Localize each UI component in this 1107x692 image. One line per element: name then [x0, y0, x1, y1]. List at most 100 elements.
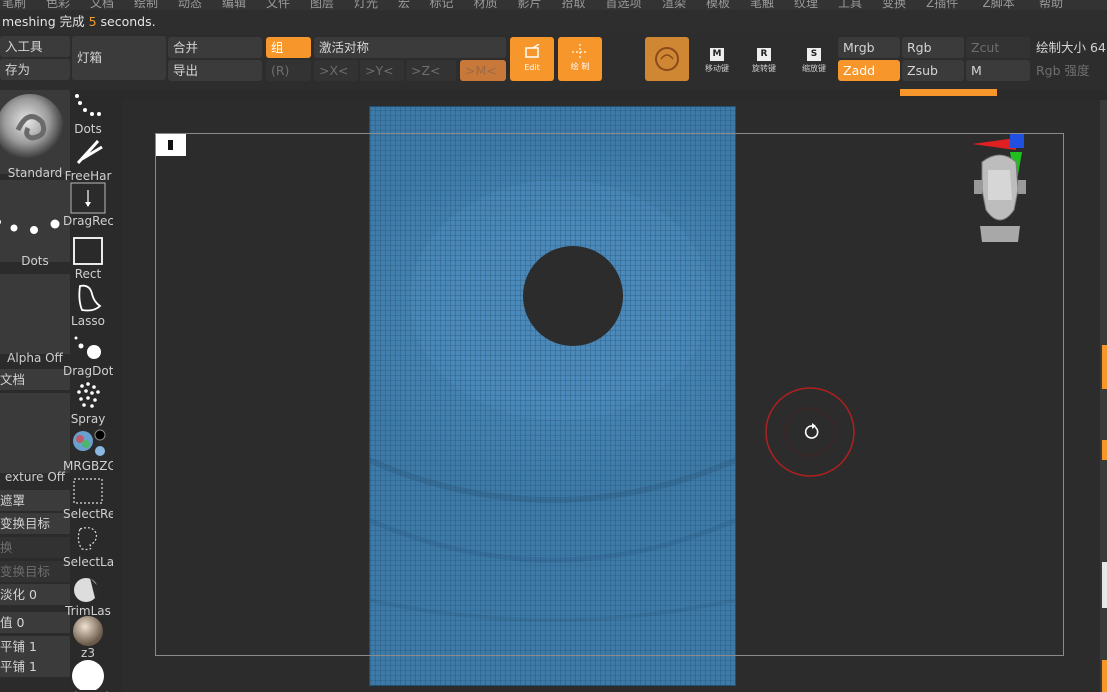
- switch-target-button-dim[interactable]: 变换目标: [0, 561, 70, 582]
- alpha-thumbnail[interactable]: [0, 274, 70, 354]
- fade-label: 淡化: [0, 587, 26, 602]
- right-tray-marker-3[interactable]: [1102, 660, 1107, 692]
- zadd-button[interactable]: Zadd: [838, 60, 900, 81]
- export-button[interactable]: 导出: [168, 60, 262, 81]
- stroke-item[interactable]: Spray: [63, 380, 113, 426]
- freehand-stroke-icon: [76, 139, 103, 165]
- menu-item[interactable]: 帮助: [1039, 0, 1063, 10]
- import-tool-button[interactable]: 入工具: [0, 36, 70, 57]
- m-button[interactable]: M: [966, 60, 1030, 81]
- symmetry-x-button[interactable]: >X<: [314, 60, 358, 81]
- menu-item[interactable]: Z脚本: [983, 0, 1015, 10]
- stroke-item[interactable]: MRGBZG: [63, 427, 113, 473]
- menu-item[interactable]: 影片: [518, 0, 542, 10]
- standard-brush-icon: [0, 94, 64, 162]
- document-button[interactable]: 文档: [0, 369, 70, 390]
- alpha-off-label: Alpha Off: [7, 351, 63, 365]
- stroke-item[interactable]: FreeHar: [63, 137, 113, 183]
- menu-item[interactable]: 编辑: [222, 0, 246, 10]
- texture-thumbnail[interactable]: [0, 393, 70, 473]
- menu-item[interactable]: 文件: [266, 0, 290, 10]
- menu-item[interactable]: 宏: [398, 0, 410, 10]
- menu-item[interactable]: 模板: [706, 0, 730, 10]
- tile-slider-b[interactable]: 平铺 1: [0, 656, 70, 677]
- tile-b-label: 平铺: [0, 659, 26, 674]
- dragdot-icon: [74, 336, 101, 359]
- gizmo-button[interactable]: [645, 37, 689, 81]
- right-tray-marker-2[interactable]: [1102, 440, 1107, 460]
- brush-thumbnail[interactable]: [0, 90, 70, 174]
- menu-item[interactable]: 文档: [90, 0, 114, 10]
- stroke-item[interactable]: FlatCol: [63, 658, 113, 692]
- menu-item[interactable]: 拾取: [562, 0, 586, 10]
- switch-button-dim[interactable]: 换: [0, 537, 70, 558]
- r-button[interactable]: (R): [266, 60, 311, 81]
- material-sphere-icon: [73, 616, 103, 646]
- activate-symmetry-button[interactable]: 激活对称: [314, 37, 506, 58]
- standard-label: Standard: [7, 166, 63, 180]
- tile-a-value: 1: [29, 639, 37, 654]
- value-slider[interactable]: 值 0: [0, 612, 70, 633]
- stroke-item[interactable]: SelectRe: [63, 475, 113, 521]
- stroke-item[interactable]: SelectLa: [63, 523, 113, 569]
- navigation-head-icon[interactable]: [970, 130, 1030, 250]
- rotate-key-button[interactable]: R 旋转键: [747, 40, 781, 80]
- menu-item[interactable]: 纹理: [794, 0, 818, 10]
- menu-item[interactable]: 图层: [310, 0, 334, 10]
- edit-mode-button[interactable]: Edit: [510, 37, 554, 81]
- menu-item[interactable]: 材质: [474, 0, 498, 10]
- symmetry-z-button[interactable]: >Z<: [406, 60, 456, 81]
- switch-target-button[interactable]: 变换目标: [0, 513, 70, 534]
- stroke-item[interactable]: Dots: [63, 90, 113, 136]
- status-seconds: 5: [88, 14, 97, 29]
- menu-item[interactable]: 笔触: [750, 0, 774, 10]
- menu-item[interactable]: 变换: [882, 0, 906, 10]
- merge-button[interactable]: 合并: [168, 37, 262, 58]
- select-lasso-icon: [77, 527, 97, 551]
- fade-slider[interactable]: 淡化 0: [0, 584, 70, 605]
- move-key-button[interactable]: M 移动键: [700, 40, 734, 80]
- mrgb-button[interactable]: Mrgb: [838, 37, 900, 58]
- menu-item[interactable]: 首选项: [606, 0, 642, 10]
- menu-item[interactable]: 绘制: [134, 0, 158, 10]
- menu-item[interactable]: 渲染: [662, 0, 686, 10]
- edit-label: Edit: [524, 63, 540, 72]
- menu-item[interactable]: Z插件: [926, 0, 958, 10]
- stroke-label: Spray: [70, 412, 106, 426]
- left-tray: Standard Dots Alpha Off 文档 exture Off 遮罩…: [0, 90, 70, 692]
- tile-a-label: 平铺: [0, 639, 26, 654]
- stroke-item[interactable]: Rect: [63, 235, 113, 281]
- rgb-button[interactable]: Rgb: [902, 37, 964, 58]
- stroke-item[interactable]: DragDot: [63, 332, 113, 378]
- group-toggle[interactable]: 组: [266, 37, 311, 58]
- zsub-button[interactable]: Zsub: [902, 60, 964, 81]
- brush-cursor-icon: [765, 387, 855, 477]
- menu-item[interactable]: 笔刷: [2, 0, 26, 10]
- right-tray-marker[interactable]: [1102, 345, 1107, 389]
- stroke-label: Dots: [74, 122, 102, 136]
- menu-item[interactable]: 工具: [838, 0, 862, 10]
- stroke-item[interactable]: Lasso: [63, 282, 113, 328]
- menu-item[interactable]: 动态: [178, 0, 202, 10]
- symmetry-y-button[interactable]: >Y<: [360, 60, 404, 81]
- rgb-intensity-slider[interactable]: Rgb 强度: [1032, 60, 1107, 81]
- draw-mode-button[interactable]: 绘 制: [558, 37, 602, 81]
- mask-button[interactable]: 遮罩: [0, 490, 70, 511]
- main-menu-bar: 笔刷 色彩 文档 绘制 动态 编辑 文件 图层 灯光 宏 标记 材质 影片 拾取 首选项 渲染 模板 笔触 纹理 工具…: [0, 0, 1107, 10]
- right-tray-scrollbar[interactable]: [1102, 562, 1107, 608]
- stroke-item[interactable]: DragRec: [63, 182, 113, 228]
- stroke-thumbnail[interactable]: [0, 180, 70, 262]
- zcut-button[interactable]: Zcut: [966, 37, 1030, 58]
- stroke-item[interactable]: z3: [63, 614, 113, 660]
- menu-item[interactable]: 色彩: [46, 0, 70, 10]
- lightbox-button[interactable]: 灯箱: [72, 36, 166, 80]
- symmetry-m-button[interactable]: >M<: [460, 60, 506, 81]
- stroke-item[interactable]: TrimLas: [63, 572, 113, 618]
- stroke-label: DragDot: [63, 364, 113, 378]
- menu-item[interactable]: 灯光: [354, 0, 378, 10]
- draw-size-slider[interactable]: 绘制大小 64: [1032, 37, 1107, 58]
- scale-key-button[interactable]: S 缩放键: [797, 40, 831, 80]
- tile-slider-a[interactable]: 平铺 1: [0, 636, 70, 657]
- menu-item[interactable]: 标记: [430, 0, 454, 10]
- save-as-button[interactable]: 存为: [0, 59, 70, 80]
